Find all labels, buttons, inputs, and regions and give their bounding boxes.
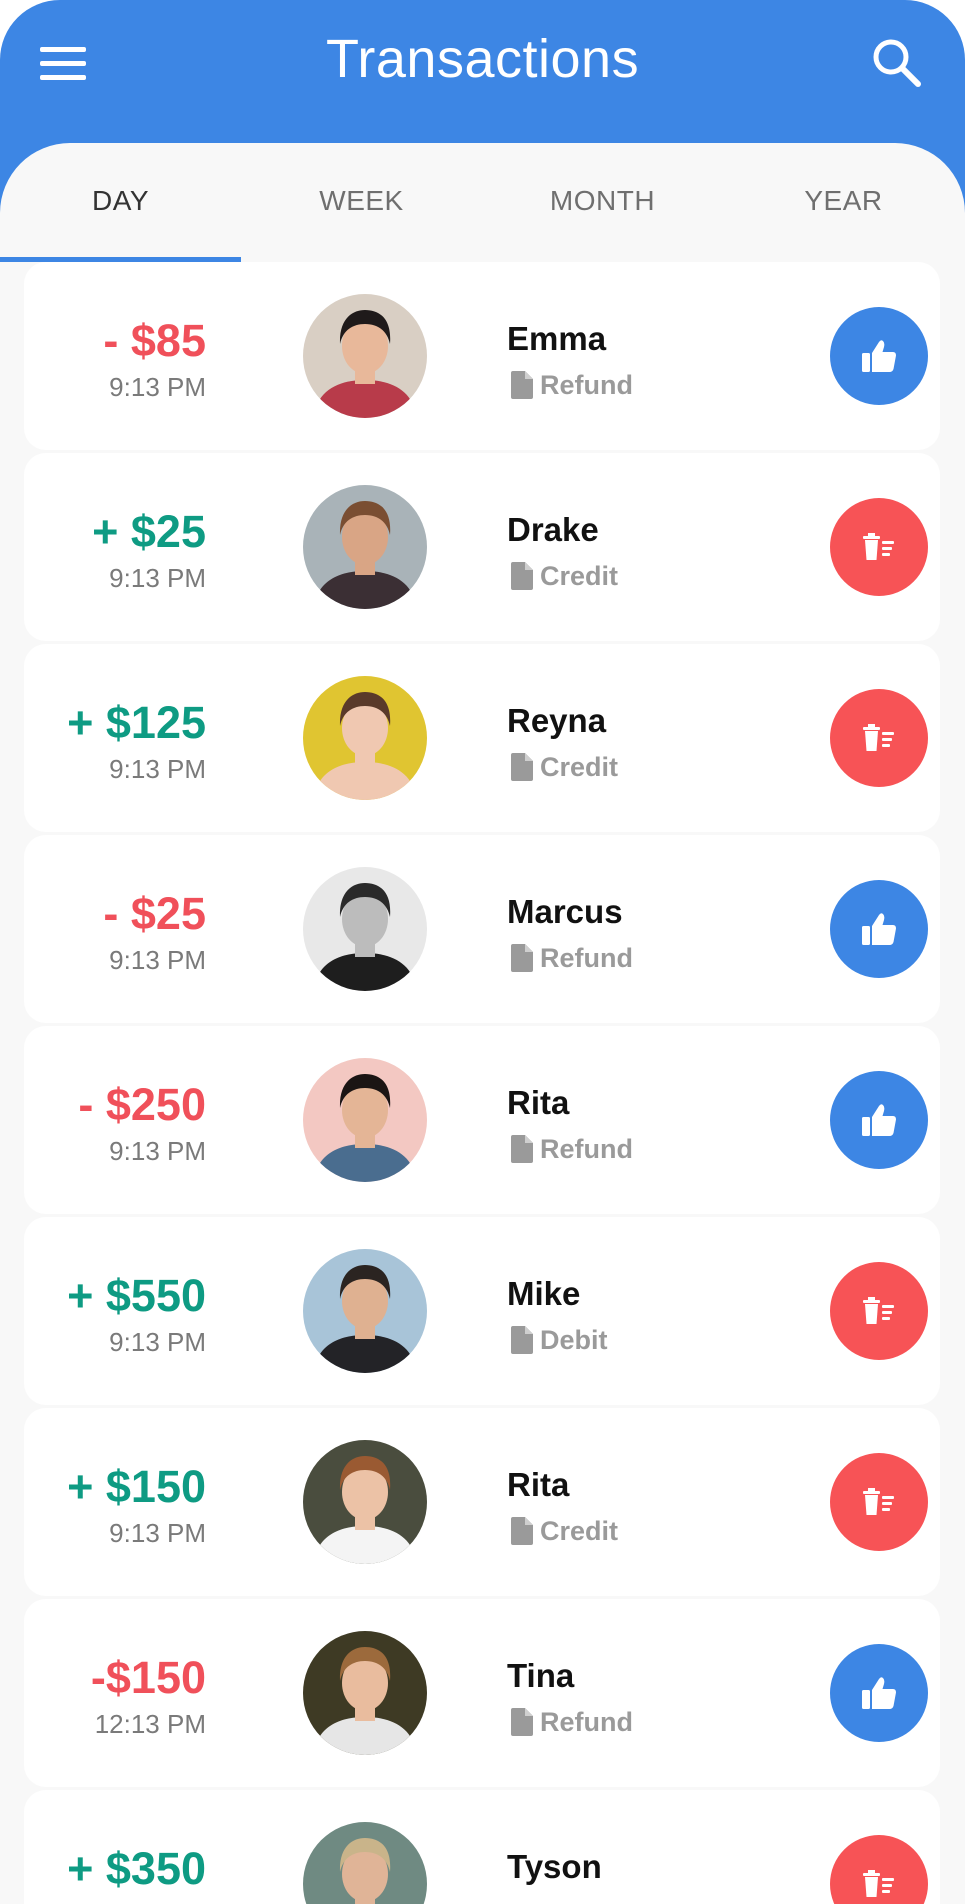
transaction-type-label: Refund [540,1706,633,1737]
transaction-type-label: Credit [540,1515,619,1546]
transaction-time: 9:13 PM [109,1518,206,1548]
document-icon [511,1708,533,1736]
transaction-card[interactable]: + $550 9:13 PM Mike Debit [24,1217,940,1405]
transaction-card[interactable]: -$150 12:13 PM Tina Refund [24,1599,940,1787]
transaction-time: 9:13 PM [109,754,206,784]
delete-button[interactable] [830,1835,928,1904]
transaction-amount: + $25 [92,506,206,557]
transaction-type: Refund [511,371,633,399]
document-icon [511,1517,533,1545]
document-icon [511,1326,533,1354]
transaction-amount: -$150 [90,1652,206,1703]
trash-icon [863,1488,894,1515]
page-title: Transactions [325,29,640,89]
transaction-type-label: Debit [540,1324,608,1355]
payer-name: Tina [507,1657,575,1694]
transaction-type-label: Credit [540,751,619,782]
payer-name: Reyna [507,702,607,739]
tab-month[interactable]: MONTH [482,143,723,261]
document-icon [511,944,533,972]
transaction-type: Credit [511,562,618,590]
trash-icon [863,533,894,560]
transaction-card[interactable]: - $250 9:13 PM Rita Refund [24,1026,940,1214]
avatar [303,294,427,418]
transaction-time: 9:13 PM [109,372,206,402]
transaction-amount: + $150 [67,1461,206,1512]
like-button[interactable] [830,1644,928,1742]
delete-button[interactable] [830,1453,928,1551]
transaction-type: Credit [511,1517,618,1545]
transaction-time: 9:13 PM [109,945,206,975]
delete-button[interactable] [830,1262,928,1360]
transaction-time: 12:13 PM [94,1709,206,1739]
transaction-card[interactable]: - $85 9:13 PM Emma Refund [24,262,940,450]
transaction-type-label: Credit [540,560,619,591]
transaction-time: 9:13 PM [109,563,206,593]
transaction-card[interactable]: + $350 Tyson [24,1790,940,1904]
transaction-type-label: Refund [540,369,633,400]
thumbs-up-icon [862,1104,896,1136]
transaction-type-label: Refund [540,1133,633,1164]
trash-icon [863,1870,894,1897]
transaction-amount: - $25 [103,888,206,939]
search-icon[interactable] [868,34,924,90]
avatar [303,1822,427,1904]
transaction-card[interactable]: + $125 9:13 PM Reyna Credit [24,644,940,832]
delete-button[interactable] [830,689,928,787]
payer-name: Emma [507,320,607,357]
transaction-type: Refund [511,944,633,972]
avatar [303,1249,427,1373]
document-icon [511,753,533,781]
delete-button[interactable] [830,498,928,596]
avatar [303,1631,427,1755]
document-icon [511,1135,533,1163]
trash-icon [863,724,894,751]
trash-icon [863,1297,894,1324]
transaction-time: 9:13 PM [109,1327,206,1357]
transaction-type: Refund [511,1135,633,1163]
tab-year[interactable]: YEAR [723,143,964,261]
transaction-card[interactable]: + $25 9:13 PM Drake Credit [24,453,940,641]
avatar [303,485,427,609]
document-icon [511,562,533,590]
transaction-list: - $85 9:13 PM Emma Refund + $25 9:13 PM Drake C… [24,262,940,1904]
transaction-amount: - $250 [78,1079,206,1130]
transaction-type: Refund [511,1708,633,1736]
tab-day[interactable]: DAY [0,143,241,261]
transaction-amount: + $350 [67,1843,206,1894]
like-button[interactable] [830,880,928,978]
like-button[interactable] [830,1071,928,1169]
transaction-type-label: Refund [540,942,633,973]
avatar [303,676,427,800]
transaction-card[interactable]: - $25 9:13 PM Marcus Refund [24,835,940,1023]
avatar [303,867,427,991]
avatar [303,1440,427,1564]
like-button[interactable] [830,307,928,405]
payer-name: Rita [507,1466,570,1503]
document-icon [511,371,533,399]
thumbs-up-icon [862,913,896,945]
thumbs-up-icon [862,1677,896,1709]
transaction-type: Debit [511,1326,608,1354]
thumbs-up-icon [862,340,896,372]
payer-name: Drake [507,511,599,548]
transaction-amount: + $125 [67,697,206,748]
avatar [303,1058,427,1182]
transaction-time: 9:13 PM [109,1136,206,1166]
transaction-type: Credit [511,753,618,781]
transactions-screen: Transactions DAY WEEK MONTH YEAR - $85 9:… [0,0,965,1904]
transaction-amount: + $550 [67,1270,206,1321]
payer-name: Mike [507,1275,581,1312]
payer-name: Rita [507,1084,570,1121]
transaction-card[interactable]: + $150 9:13 PM Rita Credit [24,1408,940,1596]
tab-week[interactable]: WEEK [241,143,482,261]
transaction-amount: - $85 [103,315,206,366]
payer-name: Tyson [507,1848,602,1885]
period-tabs: DAY WEEK MONTH YEAR [0,143,965,261]
payer-name: Marcus [507,893,623,930]
